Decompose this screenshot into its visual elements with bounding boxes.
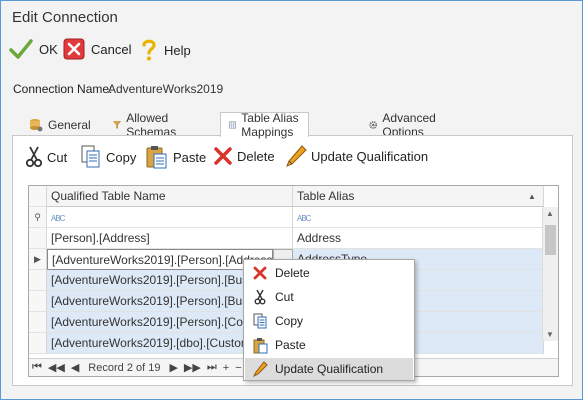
- text-filter-icon: ABC: [51, 214, 65, 223]
- copy-icon: [253, 313, 267, 329]
- nav-last-icon[interactable]: ⏭: [204, 361, 220, 374]
- menu-item-cut-label: Cut: [275, 290, 294, 304]
- menu-item-update-qualification[interactable]: Update Qualification: [245, 358, 413, 380]
- menu-item-paste-label: Paste: [275, 338, 306, 352]
- grid-cell-alias[interactable]: Address: [293, 228, 544, 249]
- database-gear-icon: [30, 119, 43, 132]
- grid-cell-qualified-name[interactable]: [Person].[Address]: [47, 228, 293, 249]
- menu-item-copy-label: Copy: [275, 314, 304, 328]
- delete-button[interactable]: Delete: [213, 146, 275, 166]
- row-indicator: [29, 312, 47, 333]
- tab-table-alias-mappings[interactable]: Table Alias Mappings: [220, 111, 310, 139]
- connection-name-label: Connection Name:: [13, 82, 113, 96]
- filter-cell-qualified-table-name[interactable]: ABC: [47, 207, 293, 228]
- scrollbar-thumb[interactable]: [545, 225, 556, 255]
- delete-label: Delete: [237, 148, 275, 164]
- nav-prev-icon[interactable]: ◀: [68, 361, 82, 374]
- menu-item-delete[interactable]: Delete: [245, 262, 413, 284]
- copy-label: Copy: [106, 149, 137, 165]
- row-indicator: [29, 270, 47, 291]
- nav-next-icon[interactable]: ▶: [166, 361, 180, 374]
- column-header-table-alias[interactable]: Table Alias: [293, 186, 544, 207]
- paste-icon: [253, 337, 267, 353]
- sort-ascending-icon: ▲: [528, 192, 536, 201]
- checkmark-icon: [9, 39, 33, 59]
- nav-add-icon[interactable]: +: [220, 362, 232, 374]
- pencil-icon: [252, 361, 268, 377]
- table-grid-icon: [229, 121, 237, 129]
- scroll-down-icon[interactable]: ▼: [546, 330, 554, 339]
- column-header-qualified-table-name[interactable]: Qualified Table Name: [47, 186, 293, 207]
- vertical-scrollbar[interactable]: ▲ ▼: [542, 207, 558, 341]
- nav-prev-page-icon[interactable]: ◀◀: [45, 361, 68, 374]
- edit-connection-window: Edit Connection OK Cancel Help Connectio…: [0, 0, 583, 400]
- menu-item-copy[interactable]: Copy: [245, 310, 413, 332]
- ok-button[interactable]: OK: [9, 38, 58, 60]
- grid-cell-qualified-name-editing[interactable]: [AdventureWorks2019].[Person].[AddressT: [47, 249, 273, 270]
- funnel-icon: [113, 121, 122, 129]
- window-title: Edit Connection: [12, 9, 118, 26]
- paste-label: Paste: [173, 149, 207, 165]
- menu-item-paste[interactable]: Paste: [245, 334, 413, 356]
- row-indicator: [29, 291, 47, 312]
- paste-icon: [146, 146, 167, 169]
- menu-item-update-qualification-label: Update Qualification: [275, 362, 384, 376]
- context-menu: Delete Cut Copy Paste Update Qualificati…: [243, 259, 415, 381]
- gear-icon: [369, 121, 378, 129]
- tab-table-alias-mappings-label: Table Alias Mappings: [241, 111, 299, 139]
- delete-x-icon: [214, 147, 232, 165]
- copy-button[interactable]: Copy: [80, 145, 136, 169]
- tab-advanced-options[interactable]: Advanced Options: [361, 111, 449, 139]
- update-qualification-button[interactable]: Update Qualification: [285, 144, 428, 168]
- text-filter-icon: ABC: [297, 214, 311, 223]
- help-button[interactable]: Help: [140, 38, 191, 62]
- tab-allowed-schemas[interactable]: Allowed Schemas: [105, 111, 190, 139]
- delete-x-icon: [253, 266, 267, 280]
- cut-label: Cut: [47, 149, 68, 165]
- paste-button[interactable]: Paste: [145, 144, 206, 170]
- filter-row-pin-icon: ⚲: [29, 207, 47, 228]
- question-mark-icon: [142, 39, 156, 61]
- current-row-indicator: ▶: [29, 249, 47, 270]
- nav-next-page-icon[interactable]: ▶▶: [181, 361, 204, 374]
- update-qualification-label: Update Qualification: [311, 148, 429, 164]
- tab-general[interactable]: General: [21, 114, 99, 136]
- row-indicator: [29, 333, 47, 354]
- pencil-icon: [286, 145, 307, 167]
- copy-icon: [81, 145, 100, 168]
- cancel-button[interactable]: Cancel: [63, 38, 131, 60]
- scissors-icon: [25, 146, 43, 168]
- menu-item-cut[interactable]: Cut: [245, 286, 413, 308]
- record-count-label: Record 2 of 19: [88, 361, 161, 374]
- tab-general-label: General: [48, 118, 91, 132]
- cut-button[interactable]: Cut: [25, 146, 67, 168]
- help-label: Help: [164, 42, 191, 58]
- scroll-up-icon[interactable]: ▲: [546, 209, 554, 218]
- row-indicator-header: [29, 186, 47, 207]
- cancel-label: Cancel: [91, 41, 132, 57]
- filter-cell-table-alias[interactable]: ABC: [293, 207, 544, 228]
- row-indicator: [29, 228, 47, 249]
- nav-first-icon[interactable]: ⏮: [29, 361, 45, 374]
- scissors-icon: [254, 289, 266, 305]
- cancel-x-icon: [63, 38, 85, 60]
- menu-item-delete-label: Delete: [275, 266, 310, 280]
- ok-label: OK: [39, 41, 58, 57]
- connection-name-value: AdventureWorks2019: [108, 82, 224, 96]
